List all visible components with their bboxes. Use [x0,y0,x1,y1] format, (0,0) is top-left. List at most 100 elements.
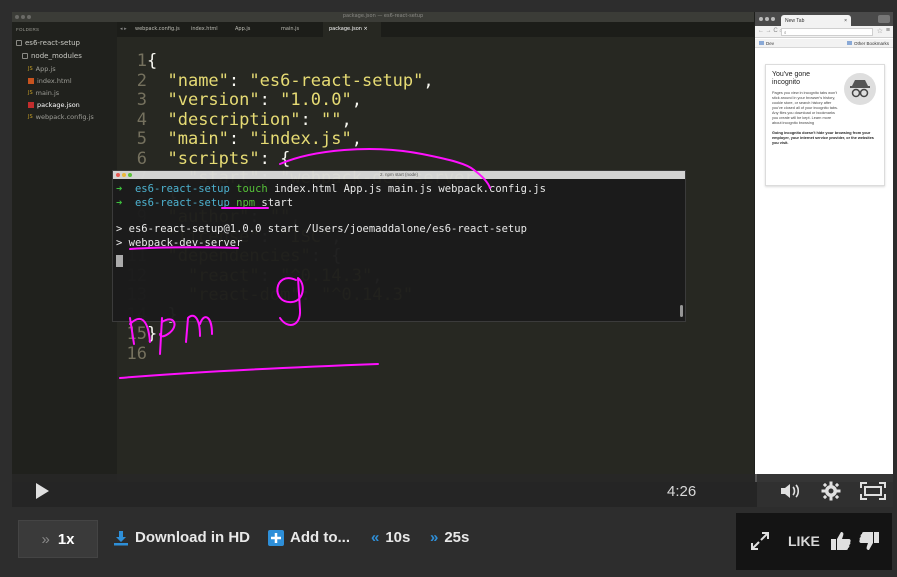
tree-folder-root[interactable]: es6-react-setup [16,39,80,47]
play-button[interactable] [22,478,62,503]
progress-bar[interactable] [66,474,756,507]
line-number: 4 [136,109,147,130]
line-number: 2 [136,70,147,91]
tab-close-icon[interactable]: × [844,18,847,24]
browser-toolbar: ← → C ⌂ ⌕ ☆ ≡ [755,26,893,38]
code-line: "scripts": { [167,148,291,169]
browser-tab-new-tab[interactable]: New Tab × [781,15,851,26]
thumbs-up-button[interactable] [830,530,852,552]
tab-webpack-config[interactable]: webpack.config.js [135,26,180,32]
folder-icon [846,41,852,45]
terminal-cursor [116,255,123,267]
tree-file-index-html[interactable]: index.html [28,77,72,85]
html-file-icon [28,78,34,84]
code-line: { [147,51,158,71]
incognito-card: You've gone incognito Pages you view in … [765,64,885,186]
player-controls: 4:26 [12,474,893,507]
plus-icon [268,529,284,546]
maximize-dot-icon [771,17,775,21]
tree-file-package-json[interactable]: package.json [28,101,80,109]
line-number: 3 [136,90,147,110]
player-controls-right [757,474,893,507]
code-line: "version": "1.0.0", [167,90,362,110]
editor-window-title: package.json — es6-react-setup [342,13,424,19]
incognito-badge-icon [878,15,890,23]
chrome-browser-window: New Tab × ← → C ⌂ ⌕ ☆ ≡ Dev Other Bookmar… [755,12,893,482]
thumbs-down-button[interactable] [858,530,880,552]
tab-index-html[interactable]: index.html [191,26,218,32]
terminal-scrollbar[interactable] [680,305,683,317]
line-number: 15 [126,324,147,344]
expand-icon [751,532,769,550]
json-file-icon [28,102,34,108]
terminal-window[interactable]: 2. npm start (node) ➜ es6-react-setup to… [112,170,686,322]
forward-25s-button[interactable]: » 25s [430,529,469,546]
speed-chevron-icon: » [41,530,50,548]
folder-icon [16,40,22,46]
js-file-icon: JS [28,66,33,72]
editor-sidebar: FOLDERS es6-react-setup node_modules JS A… [12,22,117,482]
bookmarks-bar: Dev Other Bookmarks [755,39,893,48]
editor-tab-bar: ◂ ▸ webpack.config.js index.html App.js … [117,22,754,37]
terminal-line: ➜ es6-react-setup touch index.html App.j… [116,183,546,195]
line-number: 1 [136,51,147,71]
rewind-icon: « [371,529,380,546]
volume-button[interactable] [779,480,801,502]
search-icon: ⌕ [784,30,787,35]
code-line: "description": "", [167,109,352,130]
js-file-icon: JS [28,114,33,120]
like-panel: LIKE [736,513,892,570]
terminal-line: > webpack-dev-server [116,237,243,249]
tab-package-json[interactable]: package.json × [323,22,381,37]
video-player-frame: package.json — es6-react-setup FOLDERS e… [0,0,897,577]
incognito-spy-icon [844,73,876,105]
download-icon [114,530,128,545]
settings-gear-icon [821,481,841,501]
like-label: LIKE [788,533,820,549]
incognito-title: You've gone incognito [772,71,811,86]
fullscreen-button[interactable] [859,480,887,502]
bookmark-dev[interactable]: Dev [759,41,774,46]
tree-file-app-js[interactable]: JS App.js [28,65,56,73]
tab-main-js[interactable]: main.js [281,26,299,32]
tab-scroll-arrows[interactable]: ◂ ▸ [120,26,127,32]
tab-app-js[interactable]: App.js [235,26,250,32]
tree-file-webpack-config[interactable]: JS webpack.config.js [28,113,94,121]
sidebar-header: FOLDERS [16,27,40,32]
close-dot-icon [759,17,763,21]
tree-file-main-js[interactable]: JS main.js [28,89,59,97]
settings-button[interactable] [820,480,842,502]
terminal-line: > es6-react-setup@1.0.0 start /Users/joe… [116,223,527,235]
playback-speed-button[interactable]: » 1x [18,520,98,558]
expand-button[interactable] [750,531,770,551]
video-bottom-bar: » 1x Download in HD Add to... «10s » 25s L… [0,507,897,577]
line-number: 5 [136,129,147,149]
omnibox[interactable]: ⌕ [781,28,873,36]
line-number: 6 [136,148,147,169]
video-screen[interactable]: package.json — es6-react-setup FOLDERS e… [12,12,893,507]
code-line: "name": "es6-react-setup", [167,70,434,91]
menu-icon[interactable]: ≡ [886,27,890,34]
forward-icon: » [430,529,439,546]
code-line: "main": "index.js", [167,129,362,149]
folder-icon [759,41,764,45]
editor-titlebar: package.json — es6-react-setup [12,12,754,22]
bookmark-star-icon[interactable]: ☆ [877,27,883,35]
bookmark-other[interactable]: Other Bookmarks [846,41,889,46]
play-icon [36,482,49,499]
browser-tab-strip: New Tab × [755,12,893,26]
folder-icon [22,53,28,59]
js-file-icon: JS [28,90,33,96]
code-line: } [147,324,158,344]
incognito-body: Pages you view in incognito tabs won't s… [772,91,838,125]
nav-buttons-icon[interactable]: ← → C ⌂ [758,28,783,34]
rewind-10s-button[interactable]: «10s [371,529,410,546]
playback-time: 4:26 [667,483,697,500]
tree-folder-node-modules[interactable]: node_modules [22,52,82,60]
volume-icon [781,484,800,498]
terminal-titlebar: 2. npm start (node) [113,171,685,179]
download-hd-button[interactable]: Download in HD [113,529,250,546]
line-number: 16 [126,343,147,364]
thumbs-down-icon [859,532,879,550]
add-to-button[interactable]: Add to... [268,529,350,546]
